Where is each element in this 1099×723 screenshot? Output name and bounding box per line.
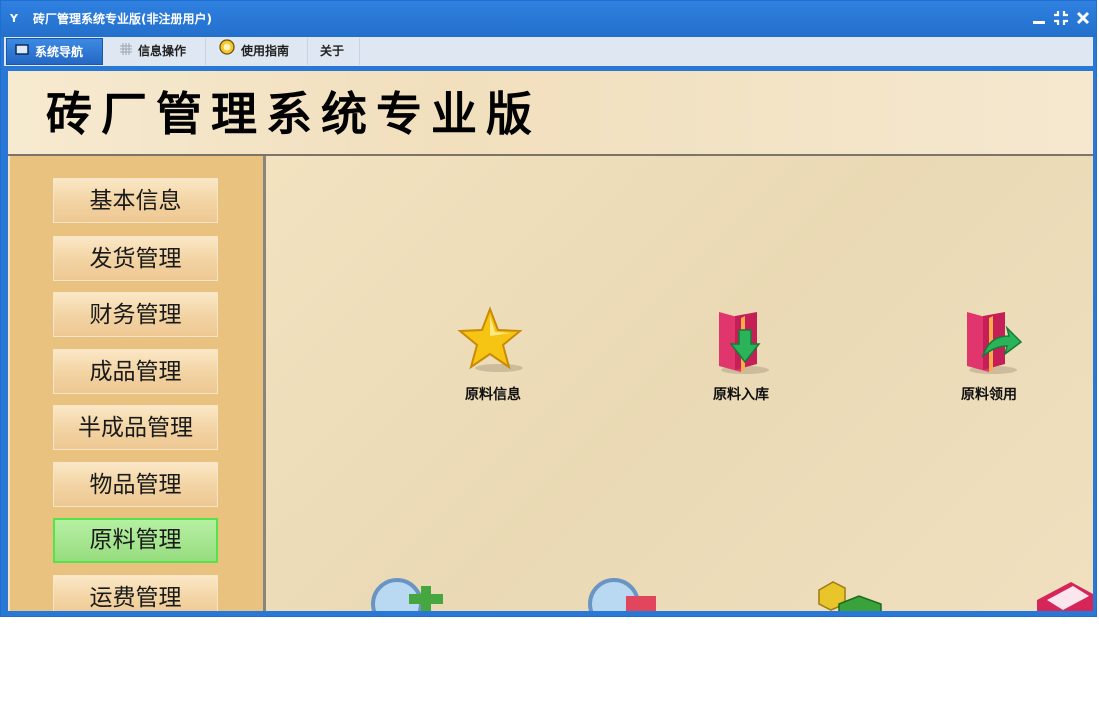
window-title: 砖厂管理系统专业版(非注册用户) [33, 12, 212, 26]
sidebar-item-raw-materials[interactable]: 原料管理 [53, 518, 218, 563]
tab-info-operation[interactable]: 信息操作 [104, 38, 206, 65]
raw-material-requisition-tile[interactable]: 原料领用 [939, 306, 1039, 404]
tile-label: 原料入库 [713, 387, 769, 403]
star-icon [457, 306, 523, 372]
menu-bar: 系统导航 信息操作 使用指南 关于 [4, 37, 1093, 69]
book-icon[interactable] [1031, 576, 1093, 611]
sidebar-item-finished-products[interactable]: 成品管理 [53, 349, 218, 394]
sidebar-item-basic-info[interactable]: 基本信息 [53, 178, 218, 223]
title-bar[interactable]: Y 砖厂管理系统专业版(非注册用户) [1, 1, 1096, 37]
page-title: 砖厂管理系统专业版 [46, 87, 541, 141]
tab-label: 关于 [320, 44, 345, 58]
content-area: 砖厂管理系统专业版 基本信息 发货管理 财务管理 成品管理 半成品管理 物品管理… [8, 71, 1093, 611]
raw-material-info-tile[interactable]: 原料信息 [443, 306, 543, 404]
close-icon[interactable] [1075, 9, 1091, 27]
folder-refresh-icon [967, 312, 1023, 374]
minimize-icon[interactable] [1031, 9, 1047, 27]
tab-about[interactable]: 关于 [308, 38, 360, 65]
tab-label: 信息操作 [138, 44, 187, 58]
sidebar: 基本信息 发货管理 财务管理 成品管理 半成品管理 物品管理 原料管理 运费管理 [10, 156, 266, 611]
folder-down-icon [719, 312, 769, 374]
tab-label: 系统导航 [35, 45, 84, 59]
sidebar-item-freight[interactable]: 运费管理 [53, 575, 218, 611]
tab-user-guide[interactable]: 使用指南 [206, 38, 308, 65]
search-add-icon[interactable] [369, 576, 449, 611]
sidebar-item-finance[interactable]: 财务管理 [53, 292, 218, 337]
banner: 砖厂管理系统专业版 [8, 71, 1093, 156]
app-logo-icon: Y [10, 12, 18, 25]
tile-label: 原料领用 [961, 387, 1017, 403]
app-window: Y 砖厂管理系统专业版(非注册用户) 系统导航 信息操作 使用指南 关于 砖厂管… [0, 0, 1097, 617]
help-circle-icon [219, 38, 235, 65]
restore-icon[interactable] [1053, 9, 1069, 27]
sidebar-item-semi-finished[interactable]: 半成品管理 [53, 405, 218, 450]
search-remove-icon[interactable] [586, 576, 666, 611]
tile-label: 原料信息 [465, 387, 521, 403]
grid-icon [120, 38, 132, 65]
raw-material-inbound-tile[interactable]: 原料入库 [691, 306, 791, 404]
main-panel: 原料信息 原料入库 原料领用 [266, 156, 1093, 611]
tab-system-navigation[interactable]: 系统导航 [6, 38, 103, 65]
tab-label: 使用指南 [241, 44, 290, 58]
sidebar-item-goods[interactable]: 物品管理 [53, 462, 218, 507]
cubes-icon[interactable] [811, 576, 891, 611]
monitor-icon [15, 39, 29, 66]
sidebar-item-shipping[interactable]: 发货管理 [53, 236, 218, 281]
